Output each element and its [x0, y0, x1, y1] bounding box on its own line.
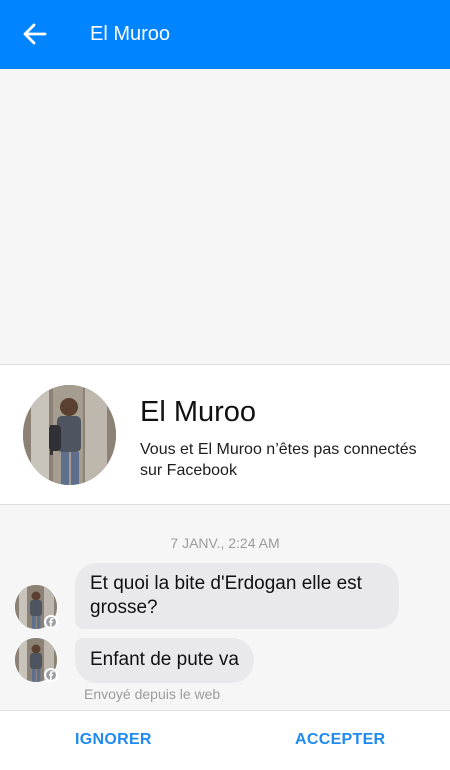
back-button[interactable] [18, 18, 52, 50]
sent-via-label: Envoyé depuis le web [84, 686, 221, 702]
arrow-left-icon [23, 23, 47, 45]
facebook-badge-icon [44, 668, 58, 682]
conversation-title: El Muroo [90, 23, 171, 45]
app-bar: El Muroo [0, 0, 450, 69]
profile-avatar[interactable] [23, 385, 116, 485]
profile-card: El Muroo Vous et El Muroo n’êtes pas con… [0, 364, 450, 505]
message-bubble[interactable]: Et quoi la bite d'Erdogan elle est gross… [75, 563, 399, 629]
message-timestamp: 7 JANV., 2:24 AM [170, 535, 280, 551]
ignore-button[interactable]: IGNORER [75, 731, 152, 749]
accept-button[interactable]: ACCEPTER [295, 731, 385, 749]
profile-name: El Muroo [140, 396, 257, 428]
request-action-bar: IGNORER ACCEPTER [0, 710, 450, 770]
message-request-screen: El Muroo El Muroo Vous et El Muroo n’ête… [0, 0, 450, 770]
empty-thread-area [0, 69, 450, 364]
message-bubble[interactable]: Enfant de pute va [75, 638, 254, 683]
facebook-badge-icon [44, 615, 58, 629]
connection-status-text: Vous et El Muroo n’êtes pas connectés su… [140, 441, 417, 479]
